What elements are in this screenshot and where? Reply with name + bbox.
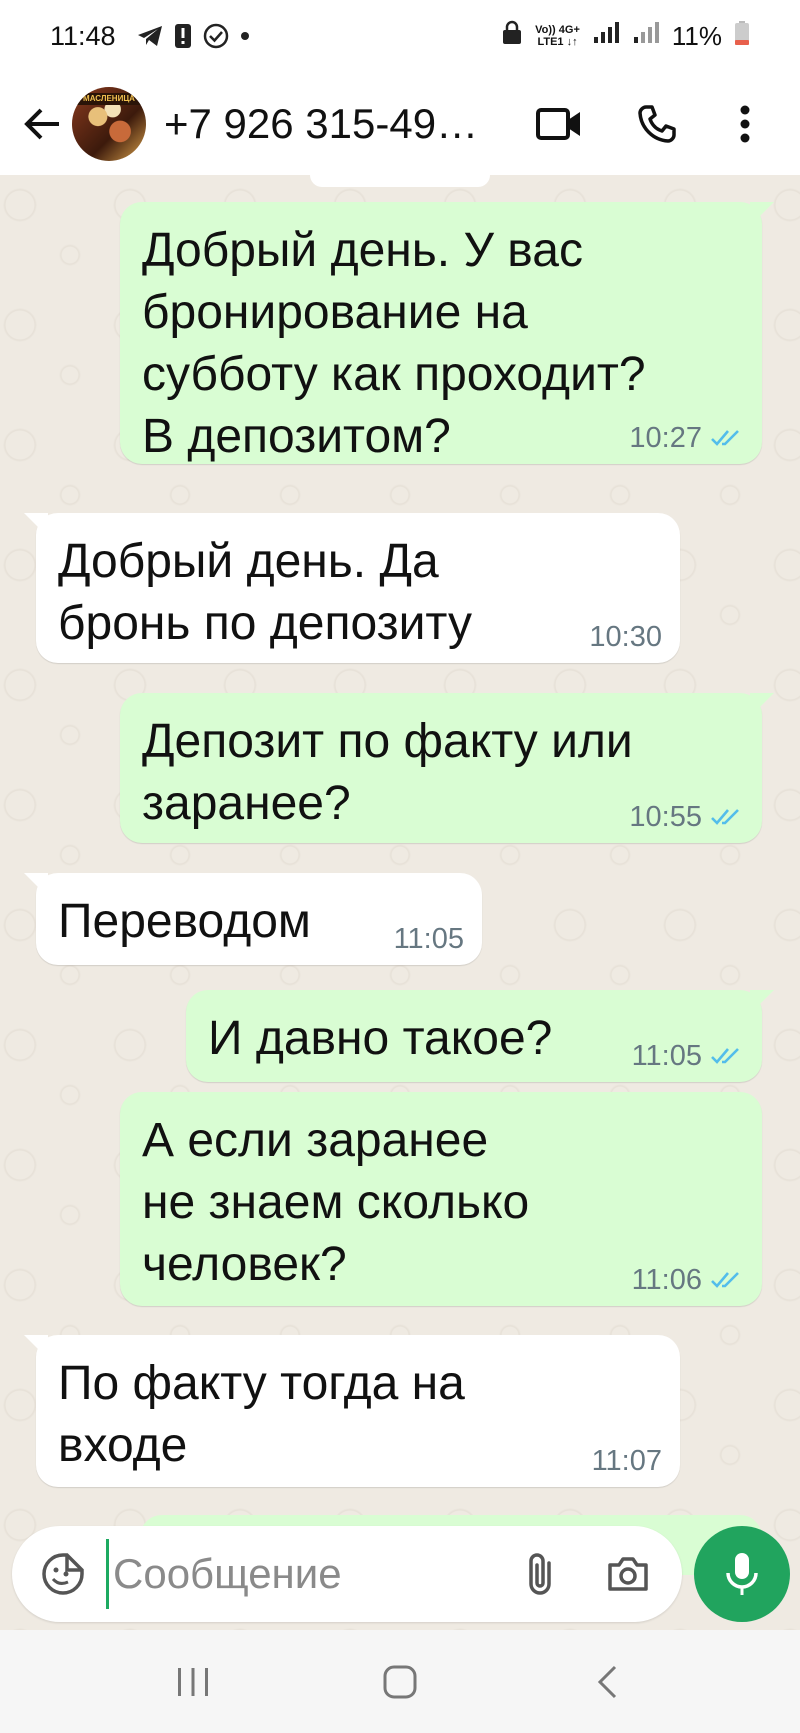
message-text: По факту тогда на входе bbox=[58, 1357, 465, 1472]
message-input[interactable] bbox=[106, 1539, 486, 1609]
message-time: 11:05 bbox=[393, 923, 464, 955]
avatar-text: МАСЛЕНИЦА bbox=[72, 92, 146, 105]
message-bubble-outgoing[interactable]: Добрый день. У вас бронирование на суббо… bbox=[120, 202, 774, 464]
message-time: 11:05 bbox=[631, 1040, 702, 1072]
read-ticks-icon bbox=[710, 1046, 744, 1066]
system-nav-bar bbox=[0, 1630, 800, 1733]
home-icon bbox=[383, 1665, 417, 1698]
message-time: 10:55 bbox=[629, 801, 702, 833]
home-button[interactable] bbox=[360, 1642, 440, 1722]
attach-button[interactable] bbox=[508, 1542, 572, 1606]
contact-name[interactable]: +7 926 315-49… bbox=[164, 100, 504, 148]
message-time: 10:30 bbox=[589, 621, 662, 653]
back-nav-button[interactable] bbox=[567, 1642, 647, 1722]
message-time: 11:06 bbox=[631, 1264, 702, 1296]
back-button[interactable] bbox=[12, 94, 72, 154]
signal-icon bbox=[592, 21, 620, 52]
previous-message-edge bbox=[310, 175, 490, 187]
network-top: Vo)) 4G+ bbox=[535, 24, 580, 36]
more-vertical-icon bbox=[740, 105, 750, 142]
video-camera-icon bbox=[536, 107, 580, 140]
arrow-left-icon bbox=[24, 108, 59, 139]
message-bubble-incoming[interactable]: По факту тогда на входе 11:07 bbox=[24, 1335, 680, 1487]
composer bbox=[0, 1510, 800, 1630]
message-meta: 11:06 bbox=[632, 1264, 744, 1296]
chevron-left-icon bbox=[597, 1665, 616, 1698]
message-meta: 10:55 bbox=[629, 801, 744, 833]
message-meta: 11:07 bbox=[592, 1445, 662, 1477]
recent-apps-button[interactable] bbox=[153, 1642, 233, 1722]
vpn-icon bbox=[501, 20, 523, 53]
alert-icon bbox=[174, 23, 192, 49]
network-bottom: LTE1 ↓↑ bbox=[537, 36, 578, 48]
network-type: Vo)) 4G+ LTE1 ↓↑ bbox=[535, 24, 580, 48]
battery-percent: 11% bbox=[671, 20, 722, 51]
phone-icon bbox=[638, 104, 676, 143]
signal-2-icon bbox=[632, 21, 660, 52]
dot-icon bbox=[240, 31, 250, 41]
paperclip-icon bbox=[529, 1553, 551, 1595]
voice-message-button[interactable] bbox=[694, 1526, 790, 1622]
message-text: Добрый день. Да бронь по депозиту bbox=[58, 535, 472, 650]
read-ticks-icon bbox=[710, 1270, 744, 1290]
message-bubble-incoming[interactable]: Переводом 11:05 bbox=[24, 873, 482, 965]
message-bubble-outgoing[interactable]: Депозит по факту или заранее? 10:55 bbox=[120, 693, 774, 843]
message-time: 11:07 bbox=[591, 1445, 662, 1477]
message-bubble-outgoing[interactable]: И давно такое? 11:05 bbox=[186, 990, 774, 1082]
sticker-emoji-icon bbox=[42, 1553, 84, 1595]
more-options-button[interactable] bbox=[710, 89, 780, 159]
message-meta: 10:27 bbox=[629, 422, 744, 454]
message-bubble-outgoing[interactable]: А если заранее не знаем сколько человек?… bbox=[120, 1092, 762, 1306]
voice-call-button[interactable] bbox=[622, 89, 692, 159]
message-bubble-incoming[interactable]: Добрый день. Да бронь по депозиту 10:30 bbox=[24, 513, 680, 663]
microphone-icon bbox=[726, 1553, 758, 1595]
read-ticks-icon bbox=[710, 428, 744, 448]
chat-header: МАСЛЕНИЦА +7 926 315-49… bbox=[0, 72, 800, 175]
message-meta: 11:05 bbox=[394, 923, 464, 955]
message-meta: 11:05 bbox=[632, 1040, 744, 1072]
message-meta: 10:30 bbox=[589, 621, 662, 653]
video-call-button[interactable] bbox=[524, 89, 594, 159]
telegram-icon bbox=[136, 24, 164, 48]
avatar[interactable]: МАСЛЕНИЦА bbox=[72, 86, 146, 161]
message-input-pill bbox=[12, 1526, 682, 1622]
message-time: 10:27 bbox=[629, 422, 702, 454]
chat-area[interactable]: Добрый день. У вас бронирование на суббо… bbox=[0, 175, 800, 1630]
sticker-button[interactable] bbox=[28, 1539, 98, 1609]
recent-apps-icon bbox=[178, 1667, 209, 1696]
sync-check-icon bbox=[202, 22, 230, 50]
status-time: 11:48 bbox=[50, 20, 116, 51]
camera-button[interactable] bbox=[596, 1542, 660, 1606]
battery-icon bbox=[734, 20, 750, 53]
status-right: Vo)) 4G+ LTE1 ↓↑ 11% bbox=[501, 20, 750, 53]
read-ticks-icon bbox=[710, 807, 744, 827]
camera-icon bbox=[608, 1557, 648, 1591]
status-bar: 11:48 Vo)) 4G+ LTE1 ↓↑ 11% bbox=[0, 0, 800, 72]
